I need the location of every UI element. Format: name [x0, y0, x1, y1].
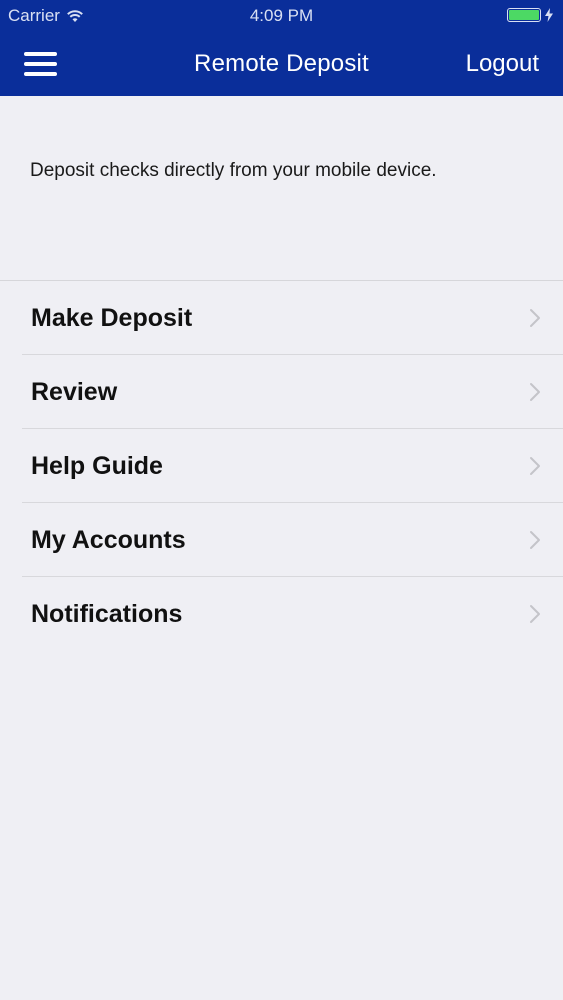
nav-bar: Remote Deposit Logout: [0, 32, 563, 96]
bolt-icon: [545, 8, 553, 22]
logout-button[interactable]: Logout: [466, 50, 539, 78]
menu-item-label: Review: [31, 377, 118, 406]
intro-text: Deposit checks directly from your mobile…: [30, 160, 437, 181]
battery-fill: [509, 10, 539, 20]
chevron-right-icon: [530, 309, 540, 327]
menu-item-label: My Accounts: [31, 525, 186, 554]
menu-item-label: Make Deposit: [31, 303, 193, 332]
chevron-right-icon: [530, 605, 540, 623]
menu-item-label: Help Guide: [31, 451, 163, 480]
menu-list: Make Deposit Review Help Guide My Accoun…: [0, 280, 563, 651]
chevron-right-icon: [530, 457, 540, 475]
menu-item-help-guide[interactable]: Help Guide: [0, 429, 563, 503]
menu-item-review[interactable]: Review: [0, 355, 563, 429]
battery-icon: [507, 8, 541, 22]
menu-item-my-accounts[interactable]: My Accounts: [0, 503, 563, 577]
chevron-right-icon: [530, 531, 540, 549]
chevron-right-icon: [530, 383, 540, 401]
menu-item-make-deposit[interactable]: Make Deposit: [0, 281, 563, 355]
top-bar: Carrier 4:09 PM Remote Deposit Logout: [0, 0, 563, 96]
status-battery: [507, 8, 553, 22]
menu-item-notifications[interactable]: Notifications: [0, 577, 563, 651]
status-time: 4:09 PM: [249, 6, 314, 25]
status-bar: Carrier 4:09 PM: [0, 0, 563, 32]
menu-item-label: Notifications: [31, 599, 183, 628]
